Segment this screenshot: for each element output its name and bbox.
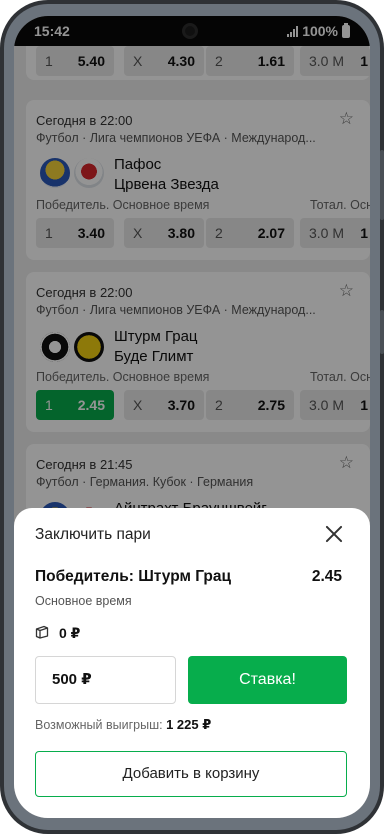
bet-slip-sheet: Заключить пари Победитель: Штурм Грац 2.…: [14, 508, 370, 818]
payout-value: 1 225 ₽: [166, 717, 212, 732]
bet-period: Основное время: [35, 594, 132, 608]
coupon-icon: [35, 625, 49, 639]
potential-payout: Возможный выигрыш: 1 225 ₽: [35, 717, 211, 733]
bet-selection: Победитель: Штурм Грац: [35, 568, 232, 585]
bet-odds: 2.45: [311, 568, 342, 585]
bet-slip-title: Заключить пари: [35, 526, 151, 543]
add-to-basket-button[interactable]: Добавить в корзину: [35, 751, 347, 797]
stake-input[interactable]: 500 ₽: [35, 656, 176, 704]
coupon-amount: 0 ₽: [59, 625, 81, 641]
volume-button: [380, 150, 384, 220]
phone-frame: 1 5.40 X 4.30 2 1.61 3.0 М 1 Сегодня в 2…: [0, 0, 384, 834]
payout-label: Возможный выигрыш:: [35, 718, 163, 732]
close-icon[interactable]: [323, 523, 345, 545]
screen: 1 5.40 X 4.30 2 1.61 3.0 М 1 Сегодня в 2…: [14, 16, 370, 818]
place-bet-button[interactable]: Ставка!: [188, 656, 347, 704]
power-button: [380, 310, 384, 354]
coupon-balance: 0 ₽: [59, 625, 80, 642]
